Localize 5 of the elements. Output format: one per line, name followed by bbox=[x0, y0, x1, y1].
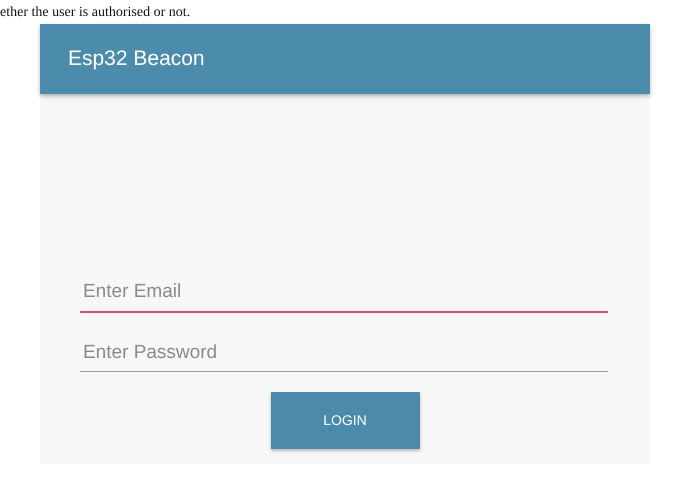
login-button[interactable]: LOGIN bbox=[270, 392, 420, 449]
input-field[interactable]: Enter Email bbox=[80, 274, 608, 312]
app-title: Esp32 Beacon bbox=[68, 46, 205, 72]
input-field[interactable]: Enter Password bbox=[80, 334, 608, 372]
caption-text: ether the user is authorised or not. bbox=[0, 5, 190, 20]
